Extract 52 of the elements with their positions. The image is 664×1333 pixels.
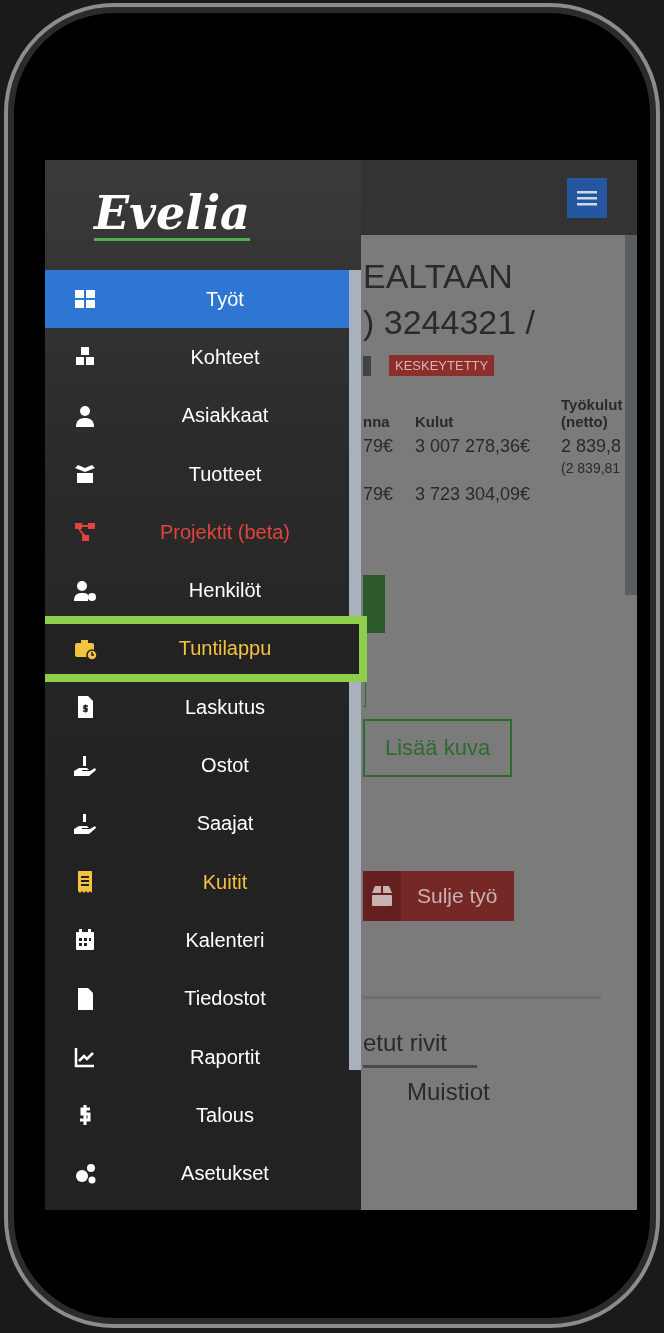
table-cell-text: 3 723 304,09€ — [415, 484, 532, 505]
menu-label: Tiedostot — [183, 987, 267, 1011]
menu-item[interactable]: Ostot — [45, 736, 349, 795]
page-title: ) 3244321 / — [363, 302, 537, 343]
menu-item[interactable]: Asetukset — [45, 1144, 349, 1203]
menu-label: Asiakkaat — [180, 404, 270, 428]
menu-label: Saajat — [195, 812, 255, 836]
menu-label: Kalenteri — [184, 928, 266, 952]
menu-label: Tuntilappu — [177, 637, 273, 661]
menu-item[interactable]: Työt — [45, 270, 349, 329]
menu-item[interactable]: Kalenteri — [45, 911, 349, 970]
menu-item[interactable]: Henkilöt — [45, 561, 349, 620]
menu-label: Laskutus — [183, 695, 267, 719]
menu-label: Tuotteet — [187, 462, 263, 486]
status-badge: KESKEYTETTY — [389, 355, 495, 376]
page-title: EALTAAN — [363, 256, 514, 297]
column-header: Kulut — [415, 413, 455, 430]
logo: Evelia — [94, 189, 250, 241]
menu-item[interactable]: Kuitit — [45, 852, 349, 912]
menu-label: Kohteet — [189, 345, 261, 369]
hand-coin-icon — [71, 753, 99, 778]
menu-item[interactable]: Raportit — [45, 1027, 349, 1087]
scrollbar[interactable] — [349, 270, 361, 1070]
box-icon — [369, 885, 395, 907]
tag-stub — [363, 355, 371, 376]
table-cell-text: 2 839,8 (2 839,81 — [561, 436, 623, 478]
menu-item[interactable]: Tiedostot — [45, 969, 349, 1028]
column-header: nna — [363, 413, 391, 430]
menu-item[interactable]: Kohteet — [45, 328, 349, 387]
hand-coin-icon — [71, 811, 99, 836]
menu-label: Henkilöt — [187, 579, 263, 603]
menu-button[interactable] — [567, 177, 607, 218]
menu-label: Asetukset — [180, 1162, 270, 1186]
table-cell-text: 79€ — [363, 436, 395, 458]
close-job-button[interactable]: Sulje työ — [363, 871, 514, 921]
menu-label: Projektit (beta) — [158, 520, 292, 544]
menu-item[interactable]: Projektit (beta) — [45, 503, 349, 562]
menu-label: Ostot — [200, 754, 250, 777]
menu-item[interactable]: Talous — [45, 1086, 349, 1145]
column-header: Työkulut (netto) — [561, 396, 624, 430]
menu-label: Raportit — [189, 1045, 261, 1069]
menu-item[interactable]: Laskutus — [45, 678, 349, 737]
scrollbar[interactable] — [625, 235, 637, 595]
menu-icon — [577, 189, 597, 206]
table-cell-text: 79€ — [363, 484, 395, 505]
menu-item[interactable]: Tuotteet — [45, 444, 349, 504]
menu-item[interactable]: Saajat — [45, 794, 349, 853]
menu-label: Kuitit — [201, 870, 249, 894]
menu-label: Talous — [195, 1103, 255, 1127]
menu-item[interactable]: Asiakkaat — [45, 386, 349, 445]
table-cell-text: 3 007 278,36€ — [415, 436, 532, 458]
menu-label: Työt — [205, 287, 245, 311]
